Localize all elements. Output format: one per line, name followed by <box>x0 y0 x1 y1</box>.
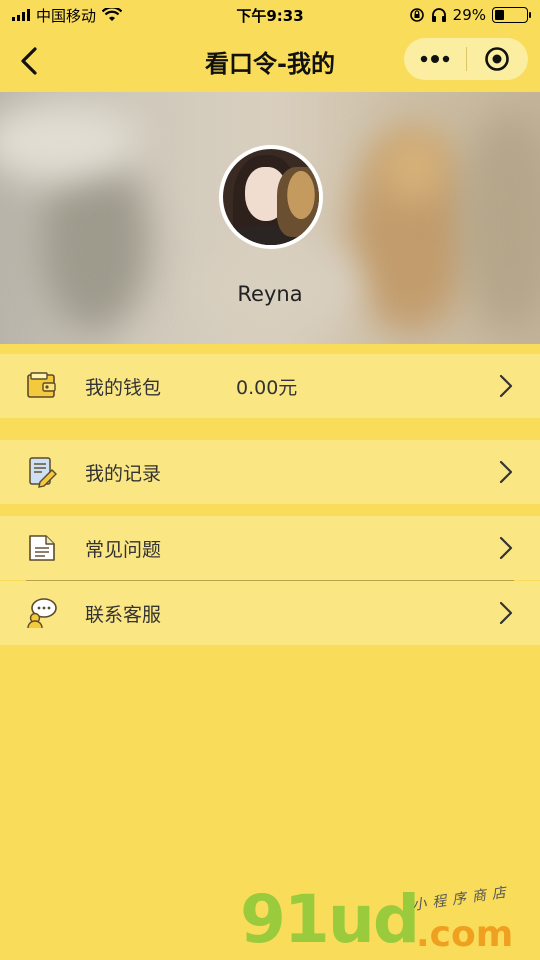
faq-label: 常见问题 <box>85 538 162 561</box>
menu-item-faq[interactable]: 常见问题 <box>0 516 540 580</box>
signal-icon <box>12 9 30 21</box>
headphones-icon <box>431 8 446 22</box>
chevron-left-icon <box>21 47 37 75</box>
more-button[interactable] <box>404 38 466 80</box>
avatar[interactable] <box>219 145 323 249</box>
menu-item-support[interactable]: 联系客服 <box>0 581 540 645</box>
wifi-icon <box>102 8 123 21</box>
wallet-balance: 0.00元 <box>236 376 298 399</box>
watermark-logo: 91ud 小程序商店 .com <box>240 880 530 960</box>
customer-service-icon <box>26 597 58 629</box>
mini-program-capsule <box>404 38 528 80</box>
status-right: 29% <box>348 6 531 24</box>
nav-bar: 看口令-我的 <box>0 30 540 92</box>
watermark-brand: 91ud <box>240 881 420 958</box>
chevron-right-icon <box>499 536 513 560</box>
status-left: 中国移动 <box>12 5 192 26</box>
menu-item-records[interactable]: 我的记录 <box>0 440 540 504</box>
username: Reyna <box>237 282 303 306</box>
battery-level <box>495 10 504 20</box>
avatar-cat <box>277 167 319 237</box>
watermark-domain: .com <box>416 914 514 955</box>
document-icon <box>26 532 58 564</box>
banner-background-figure <box>380 132 450 202</box>
status-time: 下午9:33 <box>236 6 304 25</box>
rotation-lock-icon <box>409 8 424 22</box>
chevron-right-icon <box>499 374 513 398</box>
carrier-name: 中国移动 <box>36 6 97 25</box>
records-icon <box>26 456 58 488</box>
close-mini-program-button[interactable] <box>467 38 529 80</box>
page-title: 看口令-我的 <box>205 49 335 78</box>
chevron-right-icon <box>499 460 513 484</box>
status-bar: 中国移动 下午9:33 29% <box>0 0 540 30</box>
chevron-right-icon <box>499 601 513 625</box>
wallet-icon <box>26 370 58 402</box>
records-label: 我的记录 <box>85 462 162 485</box>
battery-percent: 29% <box>452 6 486 24</box>
menu-item-wallet[interactable]: 我的钱包 0.00元 <box>0 354 540 418</box>
support-label: 联系客服 <box>85 603 162 626</box>
more-dots-icon <box>420 55 449 63</box>
wallet-label: 我的钱包 <box>85 376 162 399</box>
battery-icon <box>492 7 531 23</box>
target-close-icon <box>485 47 510 71</box>
back-button[interactable] <box>14 46 44 76</box>
